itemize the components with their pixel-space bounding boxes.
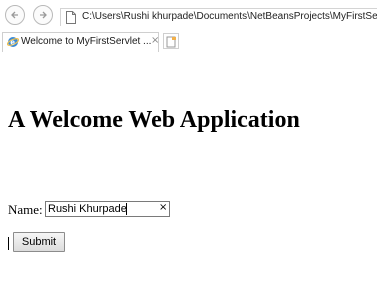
page-icon bbox=[66, 11, 76, 24]
address-bar[interactable]: C:\Users\Rushi khurpade\Documents\NetBea… bbox=[60, 8, 377, 26]
forward-arrow-icon bbox=[40, 11, 47, 19]
text-caret bbox=[126, 203, 127, 215]
name-input-value: Rushi Khurpade bbox=[48, 203, 127, 215]
tab-welcome[interactable]: e Welcome to MyFirstServlet ... × bbox=[2, 32, 159, 52]
new-tab-icon bbox=[166, 36, 176, 48]
back-arrow-icon bbox=[11, 11, 18, 19]
clear-input-icon[interactable]: × bbox=[159, 202, 167, 213]
browser-chrome: C:\Users\Rushi khurpade\Documents\NetBea… bbox=[0, 0, 377, 57]
back-button[interactable] bbox=[5, 5, 25, 25]
new-tab-button[interactable] bbox=[163, 33, 179, 49]
svg-text:e: e bbox=[10, 39, 15, 47]
name-label: Name: bbox=[8, 202, 43, 217]
tab-bar: e Welcome to MyFirstServlet ... × bbox=[0, 30, 377, 52]
page-title: A Welcome Web Application bbox=[8, 107, 300, 133]
internet-explorer-icon: e bbox=[7, 37, 19, 47]
name-input[interactable]: Rushi Khurpade × bbox=[45, 201, 170, 217]
text-cursor bbox=[8, 237, 9, 250]
page-content: A Welcome Web Application Name: Rushi Kh… bbox=[0, 52, 377, 290]
tab-close-icon[interactable]: × bbox=[151, 35, 159, 46]
submit-button[interactable]: Submit bbox=[13, 232, 65, 252]
forward-button[interactable] bbox=[33, 5, 53, 25]
address-text: C:\Users\Rushi khurpade\Documents\NetBea… bbox=[82, 11, 377, 22]
tab-title: Welcome to MyFirstServlet ... bbox=[21, 36, 152, 47]
